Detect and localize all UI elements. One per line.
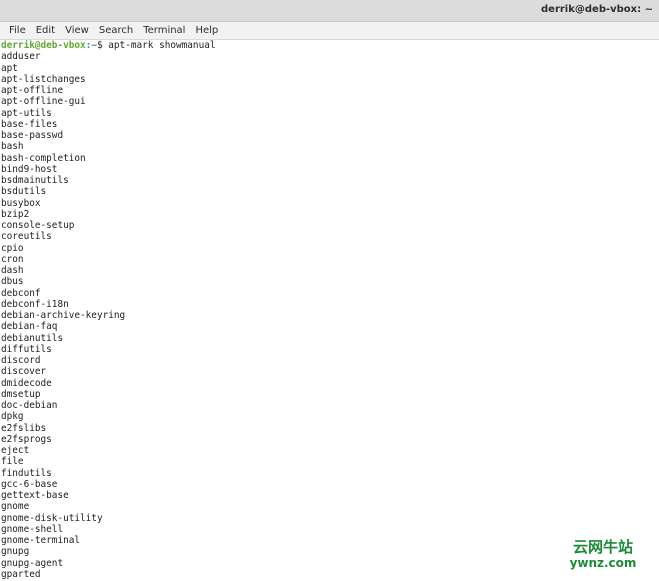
output-line: findutils bbox=[1, 467, 52, 479]
output-line: base-files bbox=[1, 118, 58, 130]
prompt-line: derrik@deb-vbox:~$ apt-mark showmanual bbox=[1, 40, 659, 51]
output-line: doc-debian bbox=[1, 400, 58, 411]
output-line: gnome bbox=[1, 501, 30, 513]
output-line: apt-listchanges bbox=[1, 73, 86, 85]
output-line: bsdmainutils bbox=[1, 175, 69, 186]
output-line: gnupg bbox=[1, 546, 30, 558]
output-line: gnome-terminal bbox=[1, 535, 81, 546]
output-line: debian-archive-keyring bbox=[1, 310, 126, 321]
output-line: adduser bbox=[1, 51, 41, 63]
output-line: debian-faq bbox=[1, 321, 58, 333]
output-line: e2fsprogs bbox=[1, 433, 52, 445]
output-line: dash bbox=[1, 265, 24, 276]
output-line: e2fslibs bbox=[1, 422, 47, 434]
output-line: file bbox=[1, 456, 24, 468]
watermark-cn: 云网牛站 bbox=[572, 538, 633, 556]
output-line: debconf-i18n bbox=[1, 298, 69, 310]
output-line: apt bbox=[1, 62, 18, 74]
output-line: debconf bbox=[1, 287, 41, 299]
output-line: console-setup bbox=[1, 220, 75, 231]
output-line: discover bbox=[1, 366, 47, 378]
menu-terminal[interactable]: Terminal bbox=[138, 22, 190, 40]
output-line: busybox bbox=[1, 197, 41, 209]
prompt-symbol: $ bbox=[96, 40, 109, 51]
output-line: coreutils bbox=[1, 231, 52, 243]
terminal-window: derrik@deb-vbox: ~ File Edit View Search… bbox=[0, 0, 659, 581]
output-line: gcc-6-base bbox=[1, 478, 58, 490]
menu-bar: File Edit View Search Terminal Help bbox=[0, 22, 659, 40]
output-line: dbus bbox=[1, 276, 24, 288]
output-line: dmsetup bbox=[1, 388, 41, 400]
output-line: bsdutils bbox=[1, 186, 47, 198]
menu-edit[interactable]: Edit bbox=[31, 22, 60, 40]
output-line: bzip2 bbox=[1, 208, 30, 220]
output-line: apt-offline bbox=[1, 85, 64, 96]
menu-file[interactable]: File bbox=[4, 22, 31, 40]
output-line: gettext-base bbox=[1, 490, 69, 501]
output-line: dmidecode bbox=[1, 377, 52, 389]
window-title: derrik@deb-vbox: ~ bbox=[541, 4, 653, 15]
output-line: dpkg bbox=[1, 411, 24, 423]
menu-view[interactable]: View bbox=[60, 22, 94, 40]
prompt-path: :~ bbox=[85, 40, 97, 51]
output-line: apt-offline-gui bbox=[1, 96, 86, 108]
output-line: discord bbox=[1, 355, 41, 366]
terminal-output[interactable]: derrik@deb-vbox:~$ apt-mark showmanual a… bbox=[0, 40, 659, 581]
output-line: gparted bbox=[1, 568, 41, 580]
output-line: debianutils bbox=[1, 332, 64, 344]
title-bar[interactable]: derrik@deb-vbox: ~ bbox=[0, 0, 659, 22]
output-line: gnupg-agent bbox=[1, 557, 64, 569]
prompt-user-host: derrik@deb-vbox bbox=[1, 40, 86, 51]
output-lines: adduser apt apt-listchanges apt-offline apt-… bbox=[1, 51, 659, 580]
output-line: bash-completion bbox=[1, 152, 86, 164]
output-line: gnome-disk-utility bbox=[1, 512, 103, 524]
menu-help[interactable]: Help bbox=[190, 22, 223, 40]
output-line: apt-utils bbox=[1, 107, 52, 119]
output-line: gnome-shell bbox=[1, 523, 64, 535]
command-text: apt-mark showmanual bbox=[108, 40, 216, 51]
watermark-logo: 云网牛站 ywnz.com bbox=[567, 539, 639, 573]
output-line: cpio bbox=[1, 242, 24, 254]
output-line: base-passwd bbox=[1, 130, 64, 141]
output-line: bash bbox=[1, 141, 24, 153]
output-line: diffutils bbox=[1, 343, 52, 355]
menu-search[interactable]: Search bbox=[94, 22, 138, 40]
output-line: bind9-host bbox=[1, 163, 58, 175]
watermark-url: ywnz.com bbox=[569, 556, 637, 570]
output-line: eject bbox=[1, 445, 30, 456]
output-line: cron bbox=[1, 253, 24, 265]
